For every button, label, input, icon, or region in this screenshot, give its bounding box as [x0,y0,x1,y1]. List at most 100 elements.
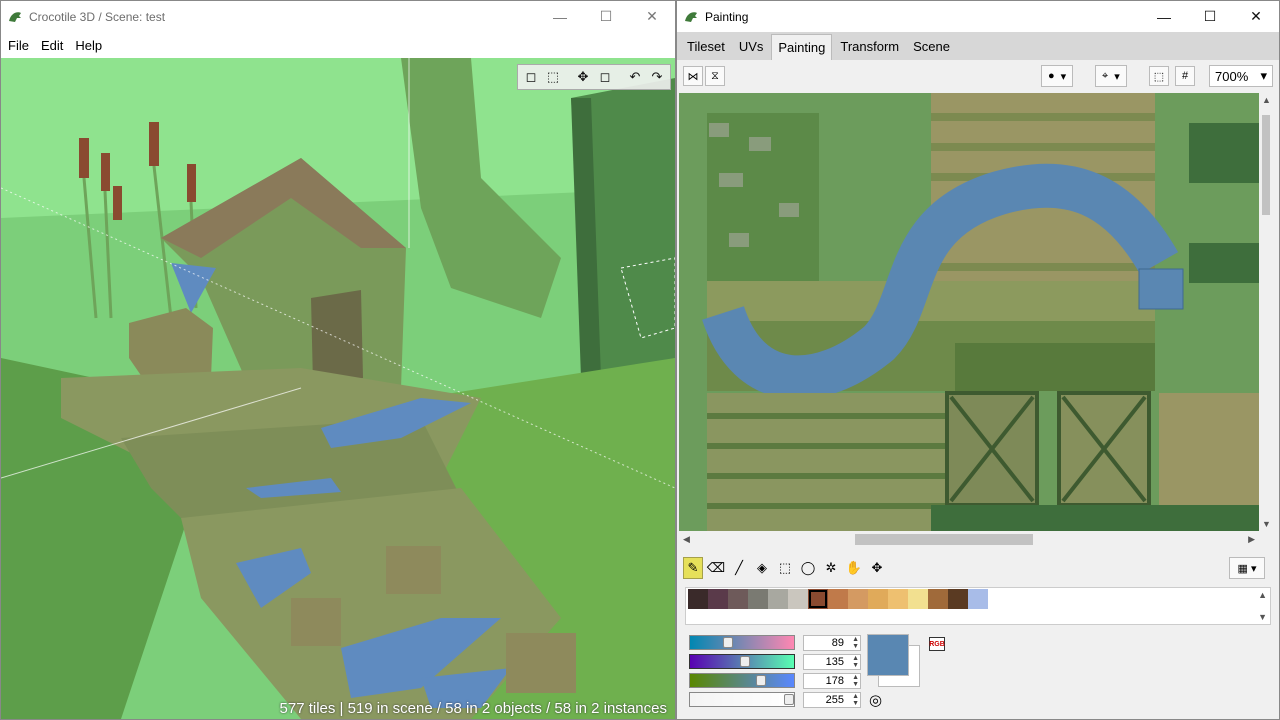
tab-uvs[interactable]: UVs [733,34,770,60]
palette-swatch[interactable] [928,589,948,609]
flip-vertical-icon[interactable]: ⧖ [705,66,725,86]
spin-arrows-icon[interactable]: ▲ ▼ [852,655,859,669]
crocotile-window: Crocotile 3D / Scene: test — ☐ ✕ File Ed… [0,0,676,720]
palette-swatch[interactable] [788,589,808,609]
palette-swatch[interactable] [688,589,708,609]
menu-help[interactable]: Help [75,38,102,53]
scroll-down-icon[interactable]: ▼ [1258,612,1267,622]
alpha-slider[interactable] [689,692,795,707]
vertical-scrollbar[interactable]: ▲ ▼ [1259,93,1273,531]
palette-grid-icon: ▦ [1237,562,1248,575]
hand-icon[interactable]: ✋ [844,557,864,579]
crocodile-app-icon [685,11,697,22]
green-value: 135 [825,656,844,668]
tab-painting[interactable]: Painting [771,34,833,60]
line-icon[interactable]: ╱ [729,557,749,579]
palette-swatch[interactable] [888,589,908,609]
flip-horizontal-icon[interactable]: ⋈ [683,66,703,86]
crocodile-app-icon [9,11,21,22]
rgb-mode-icon[interactable]: RGB [929,637,945,651]
3d-viewport[interactable]: ◻ ⬚ ✥ ◻ ↶ ↷ 577 tiles | 519 in scene / 5… [1,58,675,719]
scene-render [1,58,675,719]
slider-knob[interactable] [740,656,750,667]
square-icon[interactable]: ◻ [595,67,615,87]
palette-view-dropdown[interactable]: ▦ ▾ [1229,557,1265,579]
rect-select-icon[interactable]: ⬚ [775,557,795,579]
scroll-up-icon[interactable]: ▲ [1258,590,1267,600]
chevron-down-icon: ▾ [1114,70,1120,83]
palette-swatch[interactable] [828,589,848,609]
palette-swatch[interactable] [868,589,888,609]
zoom-value: 700% [1215,68,1249,84]
palette-swatch[interactable] [728,589,748,609]
spin-arrows-icon[interactable]: ▲ ▼ [852,693,859,707]
blue-input[interactable]: 178 ▲ ▼ [803,673,861,689]
titlebar: Crocotile 3D / Scene: test — ☐ ✕ [1,1,675,32]
horizontal-scrollbar[interactable]: ◀ ▶ [679,531,1259,548]
palette-swatches [688,589,988,609]
palette-swatch[interactable] [748,589,768,609]
palette-swatch[interactable] [808,589,828,609]
menu-edit[interactable]: Edit [41,38,63,53]
blue-slider[interactable] [689,673,795,688]
maximize-button[interactable]: ☐ [1187,1,1233,32]
green-input[interactable]: 135 ▲ ▼ [803,654,861,670]
scroll-right-icon[interactable]: ▶ [1248,534,1255,545]
palette-swatch[interactable] [968,589,988,609]
brush-dot-icon: ● [1048,70,1055,82]
scroll-thumb[interactable] [855,534,1033,545]
palette-swatch[interactable] [948,589,968,609]
eraser-icon[interactable]: ⌫ [706,557,726,579]
window-title: Painting [705,9,749,24]
undo-icon[interactable]: ↶ [625,67,645,87]
slider-knob[interactable] [756,675,766,686]
palette-swatch[interactable] [708,589,728,609]
redo-icon[interactable]: ↷ [647,67,667,87]
slider-knob[interactable] [784,694,794,705]
palette-swatch[interactable] [908,589,928,609]
perspective-icon[interactable]: ⬚ [543,67,563,87]
selection-grid-icon[interactable]: ⬚ [1149,66,1169,86]
green-slider[interactable] [689,654,795,669]
fill-bucket-icon[interactable]: ◈ [752,557,772,579]
scroll-up-icon[interactable]: ▲ [1262,95,1271,105]
close-button[interactable]: ✕ [1233,1,1279,32]
minimize-button[interactable]: — [1141,1,1187,32]
tab-scene[interactable]: Scene [907,34,956,60]
tab-tileset[interactable]: Tileset [681,34,731,60]
magic-wand-icon[interactable]: ✲ [821,557,841,579]
scroll-left-icon[interactable]: ◀ [683,534,690,545]
symmetry-dropdown[interactable]: ⌖ ▾ [1095,65,1127,87]
window-title: Crocotile 3D / Scene: test [29,9,166,24]
titlebar: Painting — ☐ ✕ [677,1,1279,32]
menu-file[interactable]: File [8,38,29,53]
palette-swatch[interactable] [768,589,788,609]
close-button[interactable]: ✕ [629,1,675,32]
slider-knob[interactable] [723,637,733,648]
pencil-icon[interactable]: ✎ [683,557,703,579]
tab-transform[interactable]: Transform [834,34,905,60]
zoom-select[interactable]: 700% ▾ [1209,65,1273,87]
primary-color[interactable] [867,634,909,676]
red-slider[interactable] [689,635,795,650]
alpha-input[interactable]: 255 ▲ ▼ [803,692,861,708]
eyedropper-target-icon[interactable]: ◎ [869,691,882,709]
brush-dropdown[interactable]: ● ▾ [1041,65,1074,87]
minimize-button[interactable]: — [537,1,583,32]
maximize-button[interactable]: ☐ [583,1,629,32]
spin-arrows-icon[interactable]: ▲ ▼ [852,674,859,688]
painting-window: Painting — ☐ ✕ Tileset UVs Painting Tran… [676,0,1280,720]
paint-tools: ✎ ⌫ ╱ ◈ ⬚ ◯ ✲ ✋ ✥ [683,557,887,581]
scroll-down-icon[interactable]: ▼ [1262,519,1271,529]
paint-canvas[interactable] [679,93,1259,531]
move-icon[interactable]: ✥ [573,67,593,87]
move-selection-icon[interactable]: ✥ [867,557,887,579]
chevron-down-icon: ▾ [1250,562,1257,575]
grid-icon[interactable]: # [1175,66,1195,86]
red-input[interactable]: 89 ▲ ▼ [803,635,861,651]
cube-icon[interactable]: ◻ [521,67,541,87]
spin-arrows-icon[interactable]: ▲ ▼ [852,636,859,650]
palette-swatch[interactable] [848,589,868,609]
lasso-icon[interactable]: ◯ [798,557,818,579]
scroll-thumb[interactable] [1262,115,1270,215]
